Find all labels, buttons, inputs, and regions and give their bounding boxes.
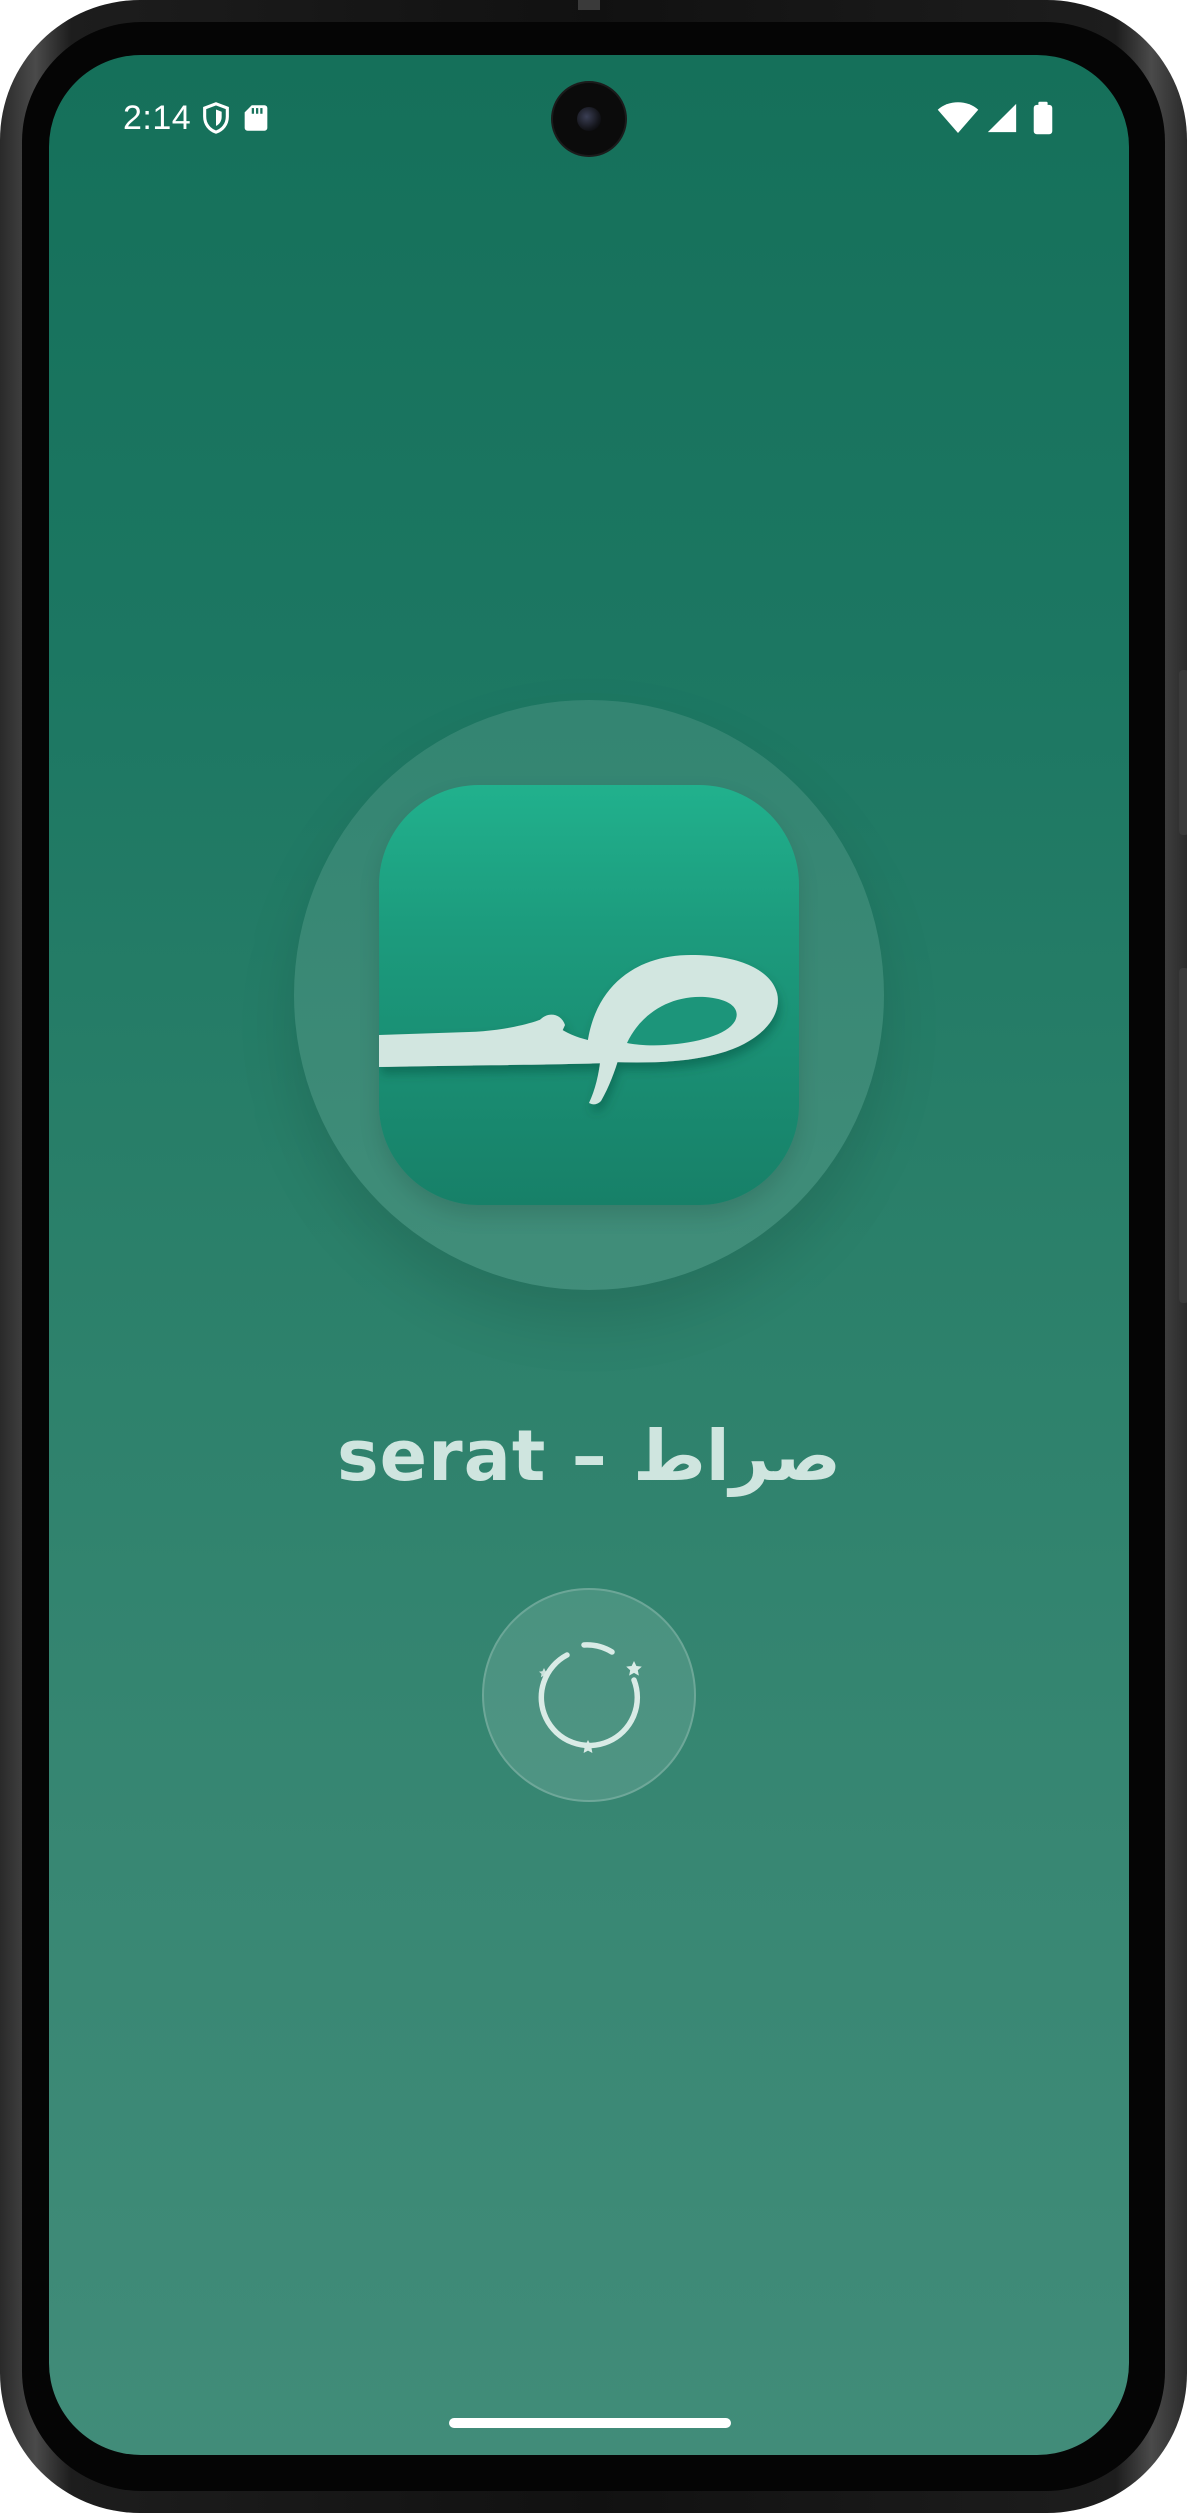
cell-signal-icon [985,101,1019,135]
app-logo [379,785,799,1205]
splash-screen: 2:14 serat – صراط [49,55,1129,2455]
loading-spinner-icon [538,1642,642,1753]
top-frame-detail [578,0,600,10]
status-time: 2:14 [123,99,192,137]
battery-icon [1031,101,1055,135]
sad-letter-logo-icon [379,955,778,1105]
home-indicator[interactable] [449,2418,731,2428]
volume-button [1179,968,1187,1303]
loading-spinner [482,1588,696,1802]
status-bar: 2:14 [49,55,1129,165]
front-camera [553,83,625,155]
wifi-icon [937,101,979,135]
sd-card-icon [239,101,273,135]
app-title: serat – صراط [337,1415,841,1497]
shield-icon [199,101,233,135]
power-button [1179,670,1187,835]
phone-frame: 2:14 serat – صراط [0,0,1187,2513]
